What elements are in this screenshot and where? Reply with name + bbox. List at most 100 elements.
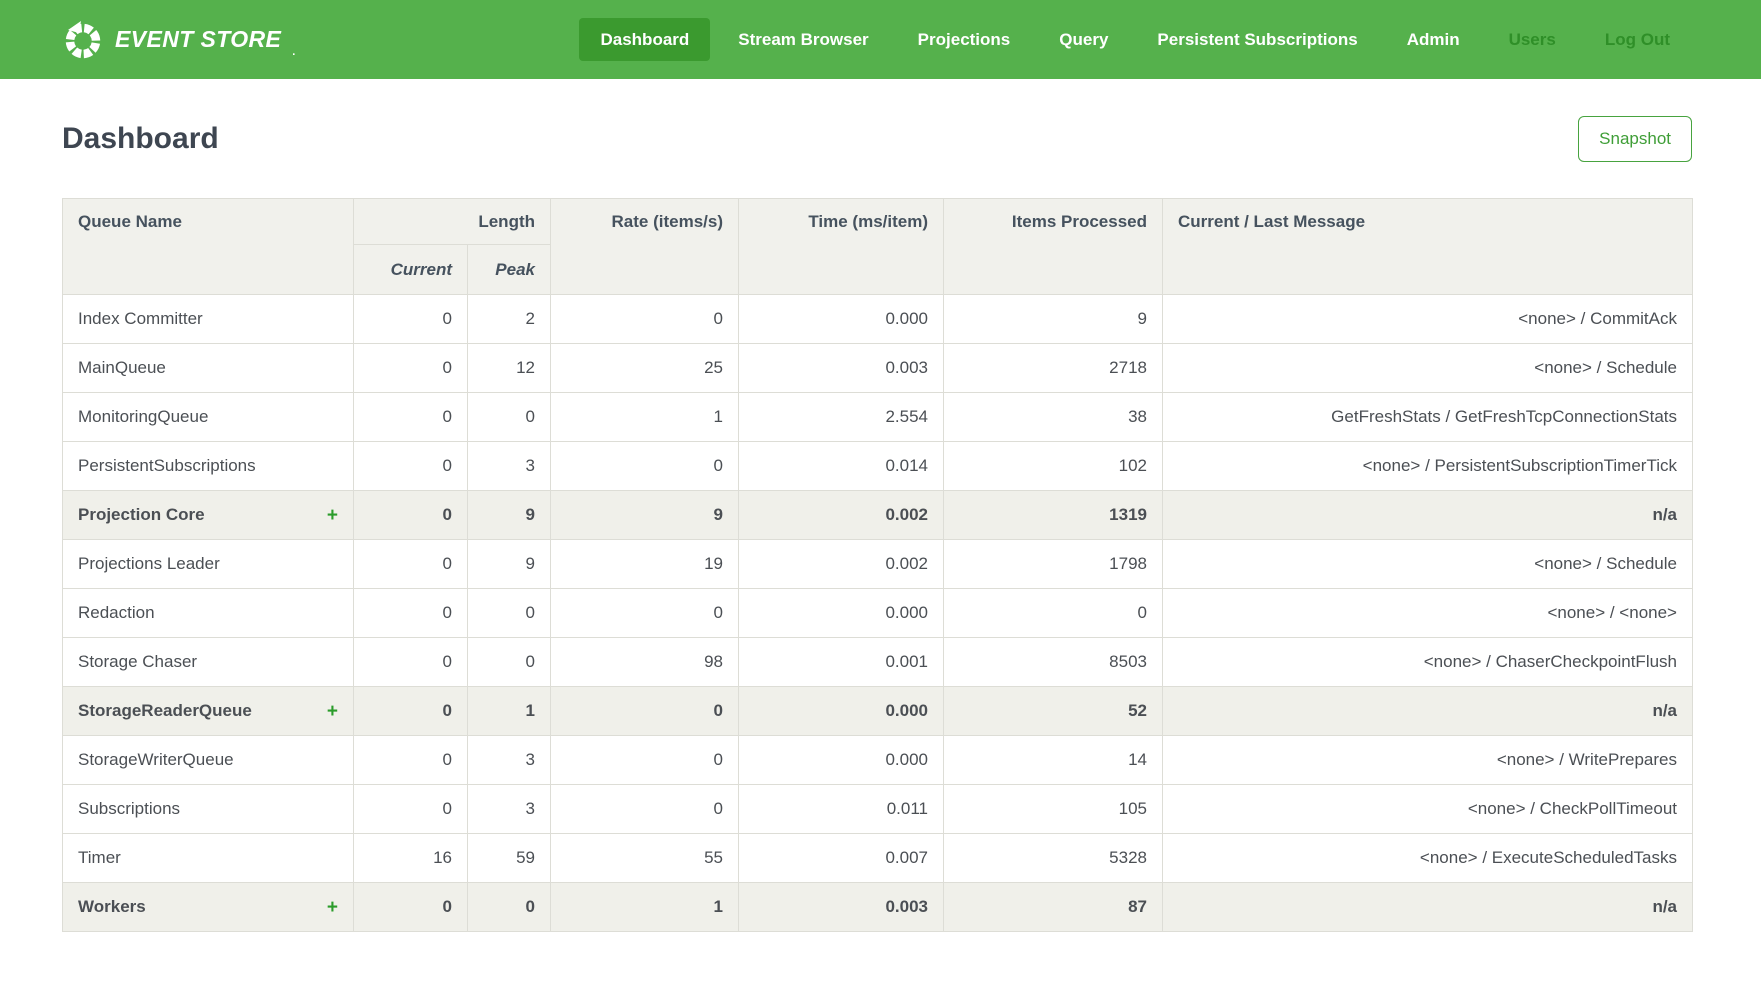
nav-item-stream-browser[interactable]: Stream Browser	[717, 18, 889, 61]
queue-length-peak: 0	[468, 638, 551, 687]
queue-rate: 9	[551, 491, 739, 540]
queue-length-current: 0	[354, 295, 468, 344]
page-header: Dashboard Snapshot	[62, 116, 1692, 162]
queue-length-peak: 0	[468, 589, 551, 638]
column-header-items-processed: Items Processed	[944, 199, 1163, 295]
queue-time: 0.000	[739, 736, 944, 785]
nav-item-persistent-subscriptions[interactable]: Persistent Subscriptions	[1136, 18, 1378, 61]
queue-items-processed: 5328	[944, 834, 1163, 883]
queue-items-processed: 14	[944, 736, 1163, 785]
queue-length-peak: 0	[468, 883, 551, 932]
queue-message: n/a	[1163, 883, 1693, 932]
queue-rate: 0	[551, 736, 739, 785]
table-row: Index Committer 0 2 0 0.000 9 <none> / C…	[63, 295, 1693, 344]
table-row: Subscriptions 0 3 0 0.011 105 <none> / C…	[63, 785, 1693, 834]
expand-row-button[interactable]: +	[327, 506, 338, 525]
column-header-time: Time (ms/item)	[739, 199, 944, 295]
page-title: Dashboard	[62, 122, 219, 156]
queue-message: <none> / Schedule	[1163, 344, 1693, 393]
table-row: Storage Chaser 0 0 98 0.001 8503 <none> …	[63, 638, 1693, 687]
queues-table: Queue Name Length Rate (items/s) Time (m…	[62, 198, 1693, 932]
queue-message: <none> / ChaserCheckpointFlush	[1163, 638, 1693, 687]
queue-length-peak: 12	[468, 344, 551, 393]
nav-item-dashboard[interactable]: Dashboard	[579, 18, 710, 61]
nav-item-users[interactable]: Users	[1488, 18, 1577, 61]
table-row: StorageWriterQueue 0 3 0 0.000 14 <none>…	[63, 736, 1693, 785]
main-nav: DashboardStream BrowserProjectionsQueryP…	[579, 18, 1691, 61]
table-row: MonitoringQueue 0 0 1 2.554 38 GetFreshS…	[63, 393, 1693, 442]
nav-item-log-out[interactable]: Log Out	[1584, 18, 1691, 61]
queue-rate: 0	[551, 295, 739, 344]
table-row: Redaction 0 0 0 0.000 0 <none> / <none>	[63, 589, 1693, 638]
queue-message: <none> / CheckPollTimeout	[1163, 785, 1693, 834]
table-row: StorageReaderQueue + 0 1 0 0.000 52 n/a	[63, 687, 1693, 736]
queue-length-peak: 59	[468, 834, 551, 883]
queue-time: 0.003	[739, 883, 944, 932]
queue-name: MonitoringQueue	[78, 407, 208, 427]
queue-length-current: 16	[354, 834, 468, 883]
queue-length-current: 0	[354, 638, 468, 687]
queue-rate: 0	[551, 589, 739, 638]
queue-items-processed: 2718	[944, 344, 1163, 393]
queue-message: <none> / ExecuteScheduledTasks	[1163, 834, 1693, 883]
queue-length-current: 0	[354, 883, 468, 932]
snapshot-button[interactable]: Snapshot	[1578, 116, 1692, 162]
table-row: Timer 16 59 55 0.007 5328 <none> / Execu…	[63, 834, 1693, 883]
queue-message: <none> / WritePrepares	[1163, 736, 1693, 785]
brand-mark: .	[292, 46, 295, 58]
queue-rate: 19	[551, 540, 739, 589]
queue-time: 0.014	[739, 442, 944, 491]
brand-name: EVENT STORE	[115, 26, 281, 53]
queue-items-processed: 0	[944, 589, 1163, 638]
queue-time: 2.554	[739, 393, 944, 442]
queue-time: 0.007	[739, 834, 944, 883]
queue-length-peak: 3	[468, 442, 551, 491]
column-header-message: Current / Last Message	[1163, 199, 1693, 295]
queue-rate: 1	[551, 393, 739, 442]
queue-length-current: 0	[354, 491, 468, 540]
top-navbar: EVENT STORE . DashboardStream BrowserPro…	[0, 0, 1761, 79]
queue-length-current: 0	[354, 540, 468, 589]
nav-item-query[interactable]: Query	[1038, 18, 1129, 61]
queue-name: Projections Leader	[78, 554, 220, 574]
queue-length-peak: 9	[468, 540, 551, 589]
queue-length-peak: 9	[468, 491, 551, 540]
queue-time: 0.000	[739, 687, 944, 736]
queue-time: 0.001	[739, 638, 944, 687]
queue-length-current: 0	[354, 393, 468, 442]
queue-name: Index Committer	[78, 309, 203, 329]
nav-item-admin[interactable]: Admin	[1386, 18, 1481, 61]
queue-message: <none> / CommitAck	[1163, 295, 1693, 344]
queue-length-peak: 3	[468, 736, 551, 785]
queue-rate: 1	[551, 883, 739, 932]
queue-time: 0.000	[739, 589, 944, 638]
queue-name: StorageWriterQueue	[78, 750, 234, 770]
queue-items-processed: 87	[944, 883, 1163, 932]
queue-items-processed: 38	[944, 393, 1163, 442]
queue-length-current: 0	[354, 442, 468, 491]
column-header-peak: Peak	[468, 245, 551, 295]
queue-name: PersistentSubscriptions	[78, 456, 256, 476]
queue-time: 0.002	[739, 491, 944, 540]
queue-time: 0.000	[739, 295, 944, 344]
queue-items-processed: 102	[944, 442, 1163, 491]
event-store-logo-icon	[62, 19, 104, 61]
queue-length-current: 0	[354, 687, 468, 736]
queue-rate: 55	[551, 834, 739, 883]
table-row: Projection Core + 0 9 9 0.002 1319 n/a	[63, 491, 1693, 540]
queue-items-processed: 1319	[944, 491, 1163, 540]
queue-name: MainQueue	[78, 358, 166, 378]
queue-length-current: 0	[354, 736, 468, 785]
expand-row-button[interactable]: +	[327, 702, 338, 721]
expand-row-button[interactable]: +	[327, 898, 338, 917]
nav-item-projections[interactable]: Projections	[897, 18, 1032, 61]
queue-time: 0.002	[739, 540, 944, 589]
queue-name: Storage Chaser	[78, 652, 197, 672]
queue-name: StorageReaderQueue	[78, 701, 252, 721]
column-header-length: Length	[354, 199, 551, 245]
queue-message: <none> / <none>	[1163, 589, 1693, 638]
queue-rate: 0	[551, 785, 739, 834]
queue-name: Redaction	[78, 603, 155, 623]
queue-name: Projection Core	[78, 505, 205, 525]
queue-message: n/a	[1163, 491, 1693, 540]
